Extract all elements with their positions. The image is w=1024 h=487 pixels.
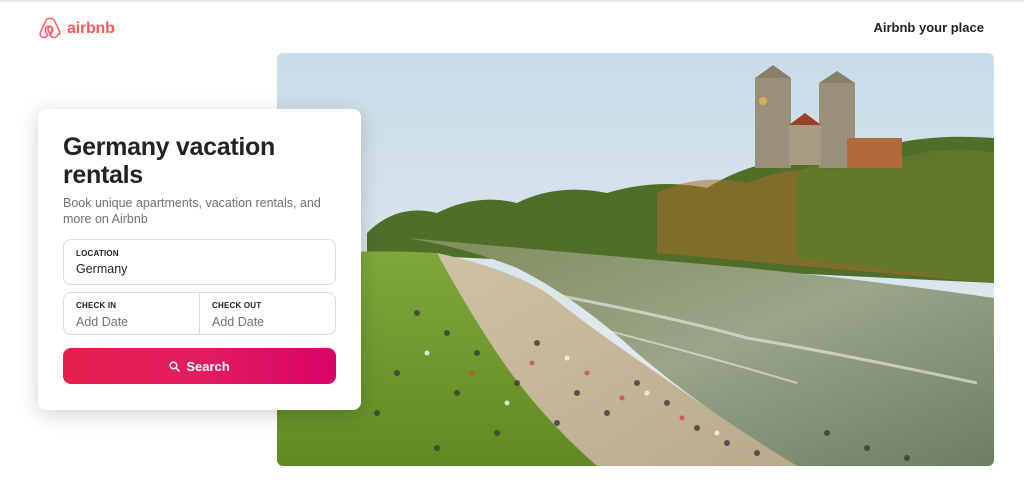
check-in-label: CHECK IN xyxy=(76,301,117,310)
hero-image xyxy=(277,53,994,466)
location-value[interactable]: Germany xyxy=(76,262,323,276)
date-fields: CHECK IN Add Date CHECK OUT Add Date xyxy=(63,292,336,335)
page-title: Germany vacation rentals xyxy=(63,133,275,189)
search-icon xyxy=(169,360,181,372)
search-card: Germany vacation rentals Book unique apa… xyxy=(38,109,361,410)
search-button[interactable]: Search xyxy=(63,348,336,384)
location-label: LOCATION xyxy=(76,249,119,258)
riverbank-park-illustration xyxy=(277,53,994,466)
top-divider xyxy=(0,0,1024,2)
search-button-label: Search xyxy=(186,358,230,374)
location-field[interactable]: LOCATION Germany xyxy=(63,239,336,285)
airbnb-your-place-link[interactable]: Airbnb your place xyxy=(873,20,984,35)
check-out-placeholder[interactable]: Add Date xyxy=(212,315,323,329)
brand-name: airbnb xyxy=(67,20,115,37)
check-in-field[interactable]: CHECK IN Add Date xyxy=(64,293,199,334)
check-out-field[interactable]: CHECK OUT Add Date xyxy=(199,293,335,334)
airbnb-belo-icon xyxy=(39,17,61,39)
check-out-label: CHECK OUT xyxy=(212,301,262,310)
page-subtitle: Book unique apartments, vacation rentals… xyxy=(63,196,321,226)
check-in-placeholder[interactable]: Add Date xyxy=(76,315,187,329)
airbnb-logo[interactable]: airbnb xyxy=(39,17,115,41)
